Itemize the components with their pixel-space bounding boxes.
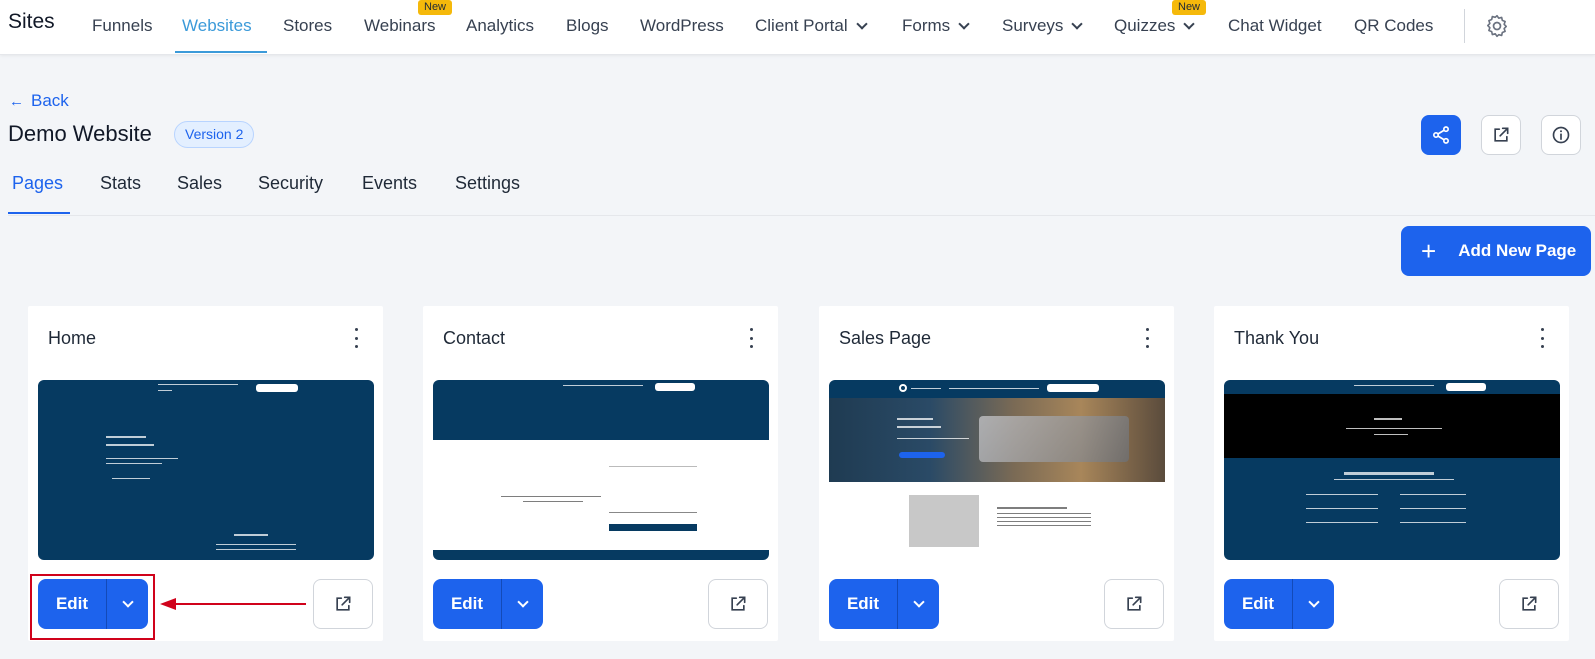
kebab-menu-icon[interactable] (1142, 328, 1152, 348)
kebab-menu-icon[interactable] (351, 328, 361, 348)
nav-item-websites[interactable]: Websites (182, 16, 252, 36)
open-page-button[interactable] (313, 579, 373, 629)
nav-item-webinars[interactable]: Webinars (364, 16, 436, 36)
nav-item-surveys[interactable]: Surveys (1002, 16, 1084, 36)
nav-item-qr-codes[interactable]: QR Codes (1354, 16, 1433, 36)
share-button[interactable] (1421, 115, 1461, 155)
page-card-thank-you: Thank You Edit (1214, 306, 1569, 641)
edit-split-button[interactable]: Edit (1224, 579, 1334, 629)
page-card-title: Sales Page (839, 328, 932, 348)
page-card-title: Contact (443, 328, 506, 348)
external-link-icon (731, 596, 746, 611)
nav-item-stores[interactable]: Stores (283, 16, 332, 36)
info-icon (1552, 126, 1570, 144)
page-card-title: Home (48, 328, 97, 348)
annotation-highlight-box (30, 574, 155, 640)
tab-sales[interactable]: Sales (177, 173, 222, 194)
open-page-button[interactable] (1104, 579, 1164, 629)
brand-title: Sites (8, 10, 55, 33)
top-navigation: Sites Funnels Websites Stores Webinars N… (0, 0, 1595, 55)
edit-split-button[interactable]: Edit (829, 579, 939, 629)
page-card-contact: Contact Edit (423, 306, 778, 641)
edit-button[interactable]: Edit (1224, 579, 1293, 629)
page-thumbnail[interactable] (1224, 380, 1560, 560)
external-link-icon (1522, 596, 1537, 611)
page-card-title: Thank You (1234, 328, 1320, 348)
chevron-down-icon (1307, 596, 1320, 608)
nav-item-quizzes[interactable]: Quizzes (1114, 16, 1196, 36)
tab-pages[interactable]: Pages (12, 173, 63, 194)
kebab-menu-icon[interactable] (746, 328, 756, 348)
nav-item-analytics[interactable]: Analytics (466, 16, 534, 36)
nav-divider (1464, 9, 1465, 43)
tab-events[interactable]: Events (362, 173, 417, 194)
edit-options-dropdown[interactable] (898, 579, 939, 629)
nav-item-chat-widget[interactable]: Chat Widget (1228, 16, 1322, 36)
open-page-button[interactable] (1499, 579, 1559, 629)
open-page-button[interactable] (708, 579, 768, 629)
info-button[interactable] (1541, 115, 1581, 155)
edit-options-dropdown[interactable] (1293, 579, 1334, 629)
back-link[interactable]: ← Back (9, 91, 69, 111)
gear-icon[interactable] (1484, 13, 1510, 39)
annotation-arrow-icon (160, 598, 306, 610)
edit-options-dropdown[interactable] (502, 579, 543, 629)
tab-active-indicator (8, 212, 70, 214)
chevron-down-icon (855, 17, 868, 30)
chevron-down-icon (516, 596, 529, 608)
tab-security[interactable]: Security (258, 173, 323, 194)
new-badge-webinars: New (418, 0, 453, 15)
nav-item-label: Client Portal (755, 16, 848, 35)
page-card-sales-page: Sales Page Edit (819, 306, 1174, 641)
arrow-left-icon: ← (9, 92, 24, 110)
nav-item-wordpress[interactable]: WordPress (640, 16, 724, 36)
open-website-button[interactable] (1481, 115, 1521, 155)
new-badge-quizzes: New (1172, 0, 1207, 15)
nav-item-client-portal[interactable]: Client Portal (755, 16, 868, 36)
add-new-page-label: Add New Page (1458, 241, 1577, 260)
page-title: Demo Website (8, 121, 152, 146)
edit-split-button[interactable]: Edit (433, 579, 543, 629)
page-thumbnail[interactable] (38, 380, 374, 560)
chevron-down-icon (958, 17, 970, 30)
back-label: Back (31, 91, 69, 110)
version-badge: Version 2 (174, 121, 255, 148)
external-link-icon (1127, 596, 1142, 611)
page-thumbnail[interactable] (829, 380, 1165, 560)
nav-active-indicator (175, 51, 267, 53)
nav-item-forms[interactable]: Forms (902, 16, 970, 36)
nav-item-label: Forms (902, 16, 951, 35)
nav-item-label: Surveys (1002, 16, 1064, 35)
kebab-menu-icon[interactable] (1537, 328, 1547, 348)
chevron-down-icon (1183, 17, 1196, 30)
nav-item-label: Quizzes (1114, 16, 1176, 35)
chevron-down-icon (912, 596, 925, 608)
chevron-down-icon (1071, 17, 1084, 30)
share-icon (1433, 126, 1449, 144)
add-new-page-button[interactable]: + Add New Page (1401, 226, 1591, 276)
edit-button[interactable]: Edit (829, 579, 898, 629)
tabs-divider (8, 215, 1595, 216)
tab-stats[interactable]: Stats (100, 173, 141, 194)
edit-button[interactable]: Edit (433, 579, 502, 629)
nav-item-blogs[interactable]: Blogs (566, 16, 609, 36)
page-thumbnail[interactable] (433, 380, 769, 560)
external-link-icon (1494, 127, 1509, 142)
plus-icon: + (1421, 236, 1437, 266)
external-link-icon (336, 596, 351, 611)
tab-settings[interactable]: Settings (455, 173, 520, 194)
nav-item-funnels[interactable]: Funnels (92, 16, 152, 36)
